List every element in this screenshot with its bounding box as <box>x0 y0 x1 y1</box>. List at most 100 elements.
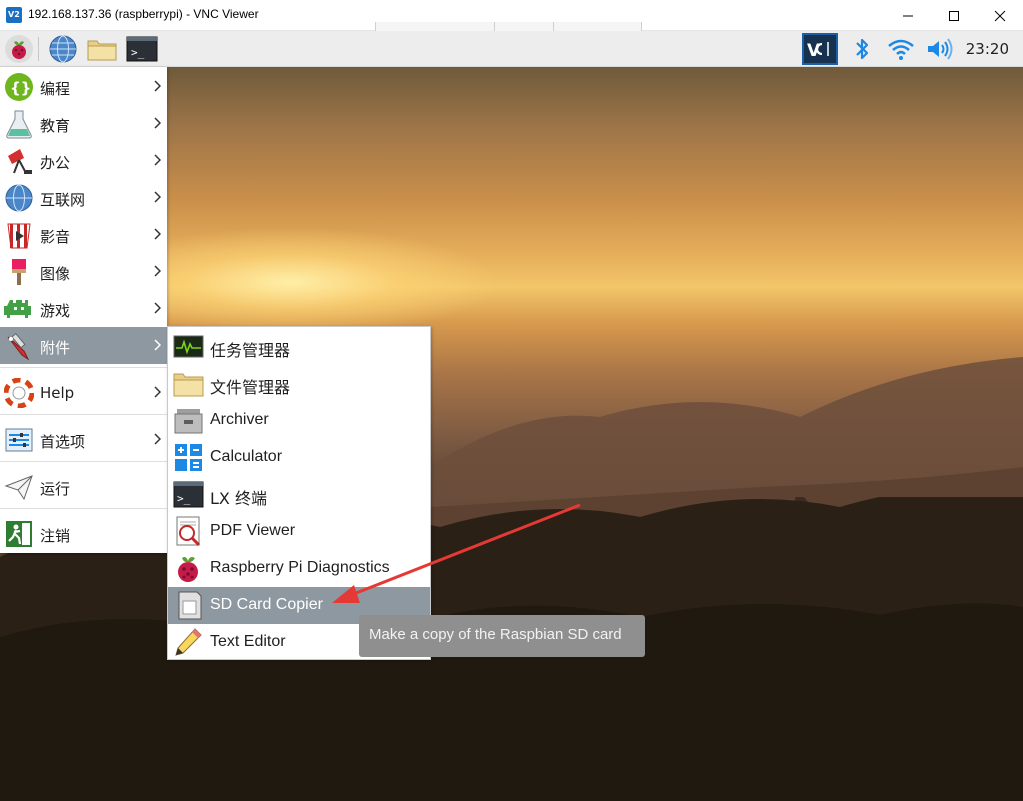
menu-item-graphics[interactable]: 图像 <box>0 253 167 290</box>
graphics-icon <box>12 259 26 285</box>
menu-item-preferences[interactable]: 首选项 <box>0 421 167 458</box>
svg-text:>_: >_ <box>131 46 145 59</box>
internet-icon <box>5 184 33 212</box>
chevron-right-icon <box>154 433 161 445</box>
chevron-right-icon <box>154 302 161 314</box>
submenu-item-task-manager[interactable]: 任务管理器 <box>168 328 430 365</box>
svg-text:>_: >_ <box>177 492 191 505</box>
globe-icon <box>49 35 77 63</box>
minimize-icon <box>903 15 913 17</box>
office-icon <box>8 149 32 174</box>
calculator-icon <box>175 444 202 471</box>
run-icon <box>4 475 33 501</box>
menu-item-shutdown[interactable]: 注销 <box>0 515 167 552</box>
chevron-right-icon <box>154 117 161 129</box>
menu-item-label: 游戏 <box>40 302 71 320</box>
window-title: 192.168.137.36 (raspberrypi) - VNC Viewe… <box>28 7 259 21</box>
submenu-item-label: Archiver <box>210 411 269 428</box>
menu-item-label: 互联网 <box>40 191 86 209</box>
games-icon <box>4 300 31 318</box>
preferences-icon <box>5 428 33 452</box>
chevron-right-icon <box>154 228 161 240</box>
file-manager-icon <box>173 373 204 397</box>
tooltip-text: Make a copy of the Raspbian SD card <box>369 626 622 643</box>
menu-item-office[interactable]: 办公 <box>0 142 167 179</box>
wifi-tray[interactable] <box>886 37 916 65</box>
taskbar-clock[interactable]: 23:20 <box>966 40 1009 58</box>
programming-icon: {} <box>5 73 33 101</box>
maximize-icon <box>949 11 959 21</box>
maximize-button[interactable] <box>931 0 977 31</box>
accessories-icon <box>7 333 30 361</box>
raspberry-icon <box>178 557 198 582</box>
window-titlebar: 192.168.137.36 (raspberrypi) - VNC Viewe… <box>0 0 1023 34</box>
bluetooth-icon <box>856 38 869 60</box>
text-editor-icon <box>175 628 202 656</box>
svg-text:{}: {} <box>10 79 31 97</box>
file-manager-launcher[interactable] <box>86 34 117 64</box>
menu-separator <box>0 367 167 368</box>
menu-item-accessories[interactable]: 附件 <box>0 327 167 364</box>
menu-item-programming[interactable]: {} 编程 <box>0 68 167 105</box>
close-icon <box>994 10 1006 22</box>
bluetooth-tray[interactable] <box>851 36 873 66</box>
close-button[interactable] <box>977 0 1023 31</box>
terminal-icon: >_ <box>173 481 204 508</box>
main-menu: {} 编程 教育 办公 互联网 影音 图像 游戏 附件 Help 首选项 运行 … <box>0 67 167 553</box>
menu-item-help[interactable]: Help <box>0 374 167 411</box>
taskbar-separator <box>38 37 39 61</box>
folder-icon <box>87 40 117 61</box>
sound-video-icon <box>7 223 31 249</box>
menu-item-label: Help <box>40 384 75 402</box>
vnc-server-tray[interactable]: V <box>802 33 838 69</box>
menu-item-label: 办公 <box>40 154 71 172</box>
menu-item-label: 注销 <box>40 527 71 545</box>
terminal-icon: >_ <box>126 36 158 62</box>
menu-item-sound-video[interactable]: 影音 <box>0 216 167 253</box>
minimize-button[interactable] <box>885 0 931 31</box>
vnc-icon: V <box>802 33 838 65</box>
submenu-item-label: Calculator <box>210 448 283 465</box>
menu-separator <box>0 461 167 462</box>
chevron-right-icon <box>154 80 161 92</box>
submenu-item-label: SD Card Copier <box>210 596 323 613</box>
menu-item-label: 图像 <box>40 265 71 283</box>
chevron-right-icon <box>154 154 161 166</box>
submenu-item-label: LX 终端 <box>210 489 267 508</box>
archiver-icon <box>174 409 203 434</box>
menu-item-education[interactable]: 教育 <box>0 105 167 142</box>
menu-item-label: 教育 <box>40 117 71 135</box>
chevron-right-icon <box>154 265 161 277</box>
menu-item-games[interactable]: 游戏 <box>0 290 167 327</box>
submenu-item-label: Text Editor <box>210 633 286 650</box>
volume-icon <box>928 38 953 60</box>
submenu-item-archiver[interactable]: Archiver <box>168 402 430 439</box>
submenu-item-label: PDF Viewer <box>210 522 296 539</box>
menu-separator <box>0 508 167 509</box>
menu-separator <box>0 414 167 415</box>
pi-taskbar: >_ V 23:20 <box>0 31 1023 67</box>
browser-launcher[interactable] <box>48 34 78 64</box>
menu-item-internet[interactable]: 互联网 <box>0 179 167 216</box>
education-icon <box>6 110 32 139</box>
wifi-icon <box>888 39 914 60</box>
raspberry-menu-button[interactable] <box>4 34 34 64</box>
raspberry-icon <box>5 35 33 63</box>
submenu-item-calculator[interactable]: Calculator <box>168 439 430 476</box>
menu-item-label: 首选项 <box>40 433 86 451</box>
menu-item-label: 运行 <box>40 480 71 498</box>
pdf-viewer-icon <box>176 516 201 547</box>
submenu-item-label: 文件管理器 <box>210 378 291 397</box>
terminal-launcher[interactable]: >_ <box>126 34 158 64</box>
sd-card-icon <box>178 591 202 620</box>
shutdown-icon <box>6 521 32 547</box>
vnc-viewer-app-icon <box>6 7 22 23</box>
chevron-right-icon <box>154 339 161 351</box>
submenu-item-file-manager[interactable]: 文件管理器 <box>168 365 430 402</box>
menu-item-run[interactable]: 运行 <box>0 468 167 505</box>
annotation-arrow <box>332 503 581 603</box>
chevron-right-icon <box>154 191 161 203</box>
submenu-item-label: 任务管理器 <box>210 341 291 360</box>
help-icon <box>4 378 34 408</box>
volume-tray[interactable] <box>925 37 955 65</box>
